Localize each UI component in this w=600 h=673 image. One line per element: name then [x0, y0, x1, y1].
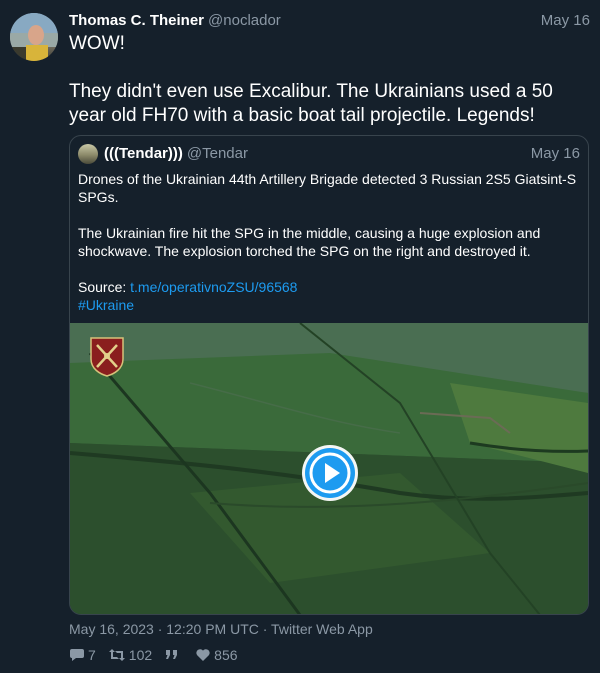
quoted-source-line: Source: t.me/operativnoZSU/96568	[78, 278, 578, 296]
quoted-paragraph: The Ukrainian fire hit the SPG in the mi…	[78, 225, 541, 259]
tweet-text: WOW! They didn't even use Excalibur. The…	[69, 33, 553, 126]
quoted-tweet-date: May 16	[530, 145, 580, 162]
quoted-author-avatar	[78, 144, 98, 164]
tweet-actions: 7 102 856	[69, 647, 250, 663]
quoted-tweet-header: (((Tendar))) @Tendar May 16	[104, 144, 580, 164]
comment-icon	[70, 649, 84, 661]
reply-count: 7	[88, 647, 96, 663]
source-label: Source:	[78, 279, 131, 295]
quote-button[interactable]	[164, 647, 183, 663]
video-thumbnail[interactable]	[70, 323, 588, 614]
like-count: 856	[214, 647, 238, 663]
author-name[interactable]: Thomas C. Theiner	[69, 12, 204, 29]
quoted-author-name: (((Tendar)))	[104, 145, 183, 162]
heart-icon	[196, 649, 210, 661]
brigade-emblem-icon	[90, 337, 124, 377]
quoted-tweet[interactable]: (((Tendar))) @Tendar May 16 Drones of the…	[69, 135, 589, 615]
quoted-author-handle: @Tendar	[186, 145, 248, 162]
author-avatar[interactable]	[10, 13, 58, 61]
retweet-count: 102	[128, 647, 153, 663]
reply-button[interactable]: 7	[69, 647, 96, 663]
hashtag-link[interactable]: #Ukraine	[78, 297, 134, 313]
play-button[interactable]	[305, 448, 355, 498]
tweet-date[interactable]: May 16	[541, 12, 590, 29]
source-link[interactable]: t.me/operativnoZSU/96568	[130, 279, 297, 295]
like-button[interactable]: 856	[195, 647, 238, 663]
quoted-tweet-text: Drones of the Ukrainian 44th Artillery B…	[78, 170, 578, 314]
tweet-timestamp[interactable]: May 16, 2023 · 12:20 PM UTC · Twitter We…	[69, 621, 373, 637]
quoted-paragraph: Drones of the Ukrainian 44th Artillery B…	[78, 171, 577, 205]
tweet-header: Thomas C. Theiner @noclador May 16	[69, 12, 590, 32]
tweet: Thomas C. Theiner @noclador May 16 WOW! T…	[0, 0, 600, 673]
author-handle[interactable]: @noclador	[208, 12, 281, 29]
play-icon	[309, 452, 351, 494]
retweet-button[interactable]: 102	[108, 647, 152, 663]
quote-icon	[166, 650, 178, 659]
retweet-icon	[108, 649, 125, 661]
